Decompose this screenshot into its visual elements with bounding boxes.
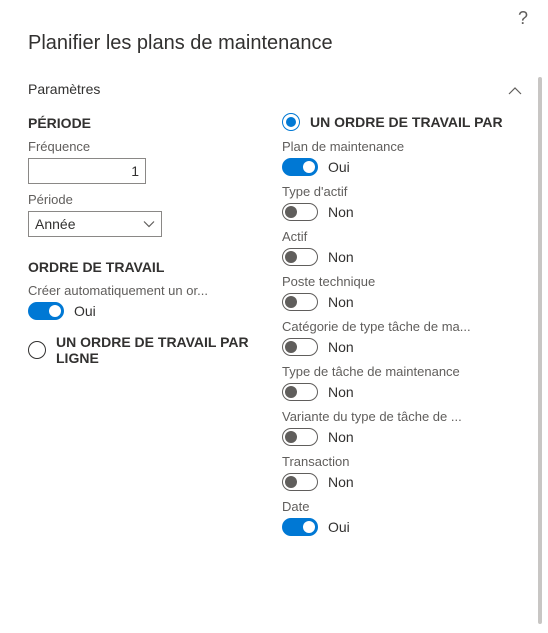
per-option-job-type-category: Catégorie de type tâche de ma... Non xyxy=(282,319,530,356)
dialog-root: ? Planifier les plans de maintenance Par… xyxy=(0,0,548,633)
per-option-trade: Transaction Non xyxy=(282,454,530,491)
frequency-input[interactable] xyxy=(28,158,146,184)
auto-create-label: Créer automatiquement un or... xyxy=(28,283,258,298)
period-heading: PÉRIODE xyxy=(28,115,266,131)
per-option-toggle[interactable] xyxy=(282,518,318,536)
per-option-job-type-variant: Variante du type de tâche de ... Non xyxy=(282,409,530,446)
radio-per-line[interactable]: UN ORDRE DE TRAVAIL PAR LIGNE xyxy=(28,334,266,366)
per-option-toggle[interactable] xyxy=(282,203,318,221)
per-option-job-type: Type de tâche de maintenance Non xyxy=(282,364,530,401)
per-option-toggle-text: Non xyxy=(328,204,354,220)
per-option-maintenance-plan: Plan de maintenance Oui xyxy=(282,139,530,176)
per-option-functional-location: Poste technique Non xyxy=(282,274,530,311)
auto-create-toggle[interactable] xyxy=(28,302,64,320)
per-option-toggle[interactable] xyxy=(282,248,318,266)
per-option-label: Poste technique xyxy=(282,274,502,289)
per-option-label: Type de tâche de maintenance xyxy=(282,364,502,379)
per-option-toggle[interactable] xyxy=(282,158,318,176)
columns: PÉRIODE Fréquence Période Année ORDRE DE… xyxy=(28,103,530,544)
frequency-label: Fréquence xyxy=(28,139,258,154)
per-option-toggle-text: Non xyxy=(328,474,354,490)
radio-per-label: UN ORDRE DE TRAVAIL PAR xyxy=(310,114,503,130)
per-option-toggle-text: Non xyxy=(328,294,354,310)
per-option-toggle[interactable] xyxy=(282,428,318,446)
help-icon[interactable]: ? xyxy=(518,8,528,29)
per-option-label: Date xyxy=(282,499,502,514)
period-select[interactable]: Année xyxy=(28,211,162,237)
work-order-heading: ORDRE DE TRAVAIL xyxy=(28,259,266,275)
per-options-list: Plan de maintenance Oui Type d'actif Non xyxy=(282,139,530,536)
section-header-parameters[interactable]: Paramètres xyxy=(28,67,530,103)
per-option-toggle-text: Non xyxy=(328,249,354,265)
left-column: PÉRIODE Fréquence Période Année ORDRE DE… xyxy=(28,103,266,544)
chevron-down-icon xyxy=(143,217,155,229)
per-option-toggle-text: Non xyxy=(328,339,354,355)
per-option-label: Actif xyxy=(282,229,502,244)
per-option-toggle[interactable] xyxy=(282,473,318,491)
per-option-asset-type: Type d'actif Non xyxy=(282,184,530,221)
period-select-value: Année xyxy=(35,216,75,232)
per-option-label: Type d'actif xyxy=(282,184,502,199)
per-option-toggle-text: Oui xyxy=(328,519,350,535)
content: Paramètres PÉRIODE Fréquence Période Ann… xyxy=(0,67,548,633)
per-option-toggle[interactable] xyxy=(282,383,318,401)
radio-per-indicator xyxy=(282,113,300,131)
auto-create-toggle-text: Oui xyxy=(74,303,96,319)
per-option-label: Variante du type de tâche de ... xyxy=(282,409,502,424)
per-option-label: Catégorie de type tâche de ma... xyxy=(282,319,502,334)
radio-per-line-indicator xyxy=(28,341,46,359)
per-option-label: Plan de maintenance xyxy=(282,139,502,154)
period-label: Période xyxy=(28,192,258,207)
per-option-toggle-text: Non xyxy=(328,384,354,400)
section-header-label: Paramètres xyxy=(28,81,100,97)
per-option-date: Date Oui xyxy=(282,499,530,536)
per-option-asset: Actif Non xyxy=(282,229,530,266)
per-option-label: Transaction xyxy=(282,454,502,469)
per-option-toggle-text: Oui xyxy=(328,159,350,175)
right-column: UN ORDRE DE TRAVAIL PAR Plan de maintena… xyxy=(282,103,530,544)
chevron-up-icon xyxy=(508,84,522,94)
per-option-toggle[interactable] xyxy=(282,293,318,311)
per-option-toggle[interactable] xyxy=(282,338,318,356)
radio-per-line-label: UN ORDRE DE TRAVAIL PAR LIGNE xyxy=(56,334,266,366)
radio-per[interactable]: UN ORDRE DE TRAVAIL PAR xyxy=(282,113,530,131)
per-option-toggle-text: Non xyxy=(328,429,354,445)
auto-create-toggle-row: Oui xyxy=(28,302,266,320)
vertical-scrollbar[interactable] xyxy=(538,77,542,624)
dialog-title: Planifier les plans de maintenance xyxy=(0,0,548,67)
